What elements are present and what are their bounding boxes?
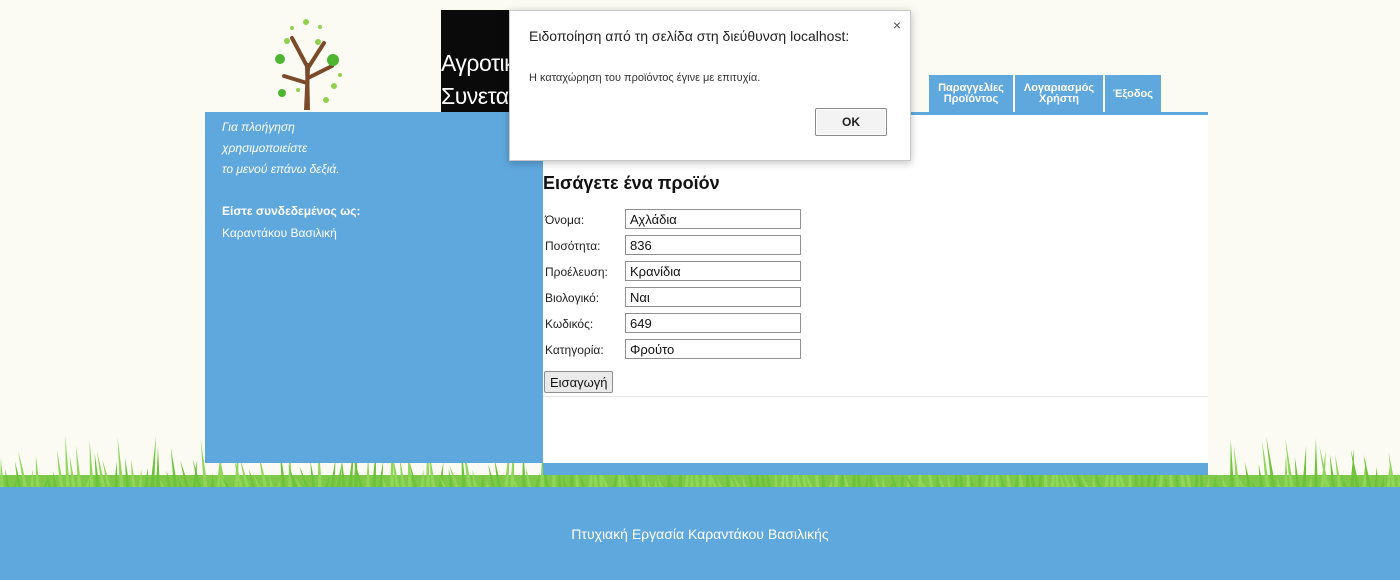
- page-title: Εισάγετε ένα προϊόν: [543, 173, 720, 193]
- sidebar-hint-line1: Για πλοήγηση: [222, 120, 295, 134]
- alert-dialog: Ειδοποίηση από τη σελίδα στη διεύθυνση l…: [509, 10, 911, 161]
- quantity-field[interactable]: 836: [625, 235, 801, 255]
- nav-item-user-account[interactable]: Λογαριασμός Χρήστη: [1015, 75, 1105, 113]
- organic-label: Βιολογικό:: [545, 291, 600, 305]
- origin-field[interactable]: Κρανίδια: [625, 261, 801, 281]
- ok-button[interactable]: OK: [815, 108, 887, 136]
- content-divider: [543, 396, 1208, 397]
- name-field[interactable]: Αχλάδια: [625, 209, 801, 229]
- nav-item-product-orders-label: Παραγγελίες Προϊόντος: [938, 82, 1004, 105]
- nav-item-user-account-label: Λογαριασμός Χρήστη: [1023, 82, 1095, 105]
- sidebar-hint-line2: χρησιμοποιείστε: [222, 141, 308, 155]
- nav-item-logout-label: Έξοδος: [1113, 87, 1153, 100]
- category-field[interactable]: Φρούτο: [625, 339, 801, 359]
- dialog-title: Ειδοποίηση από τη σελίδα στη διεύθυνση l…: [529, 28, 850, 44]
- footer: Πτυχιακή Εργασία Καραντάκου Βασιλικής: [0, 487, 1400, 580]
- sidebar: Για πλοήγηση χρησιμοποιείστε το μενού επ…: [205, 112, 543, 463]
- origin-label: Προέλευση:: [545, 265, 608, 279]
- organic-field[interactable]: Ναι: [625, 287, 801, 307]
- code-label: Κωδικός:: [545, 317, 594, 331]
- code-field[interactable]: 649: [625, 313, 801, 333]
- nav-item-logout[interactable]: Έξοδος: [1105, 75, 1163, 113]
- name-label: Όνομα:: [545, 213, 585, 227]
- sidebar-hint-line3: το μενού επάνω δεξιά.: [222, 162, 340, 176]
- logged-in-label: Είστε συνδεδεμένος ως:: [222, 204, 361, 218]
- nav-item-product-orders[interactable]: Παραγγελίες Προϊόντος: [929, 75, 1015, 113]
- dialog-message: Η καταχώρηση του προϊόντος έγινε με επιτ…: [529, 72, 761, 84]
- close-icon[interactable]: ×: [893, 17, 901, 33]
- main-content: Εισάγετε ένα προϊόν Όνομα: Αχλάδια Ποσότ…: [543, 115, 1208, 463]
- quantity-label: Ποσότητα:: [545, 239, 601, 253]
- submit-button[interactable]: Εισαγωγή: [544, 371, 614, 393]
- tree-logo-icon: [275, 19, 342, 110]
- category-label: Κατηγορία:: [545, 343, 604, 357]
- content-bottom-bar: [543, 463, 1208, 475]
- footer-text: Πτυχιακή Εργασία Καραντάκου Βασιλικής: [571, 525, 829, 542]
- logged-in-user: Καραντάκου Βασιλική: [222, 226, 337, 240]
